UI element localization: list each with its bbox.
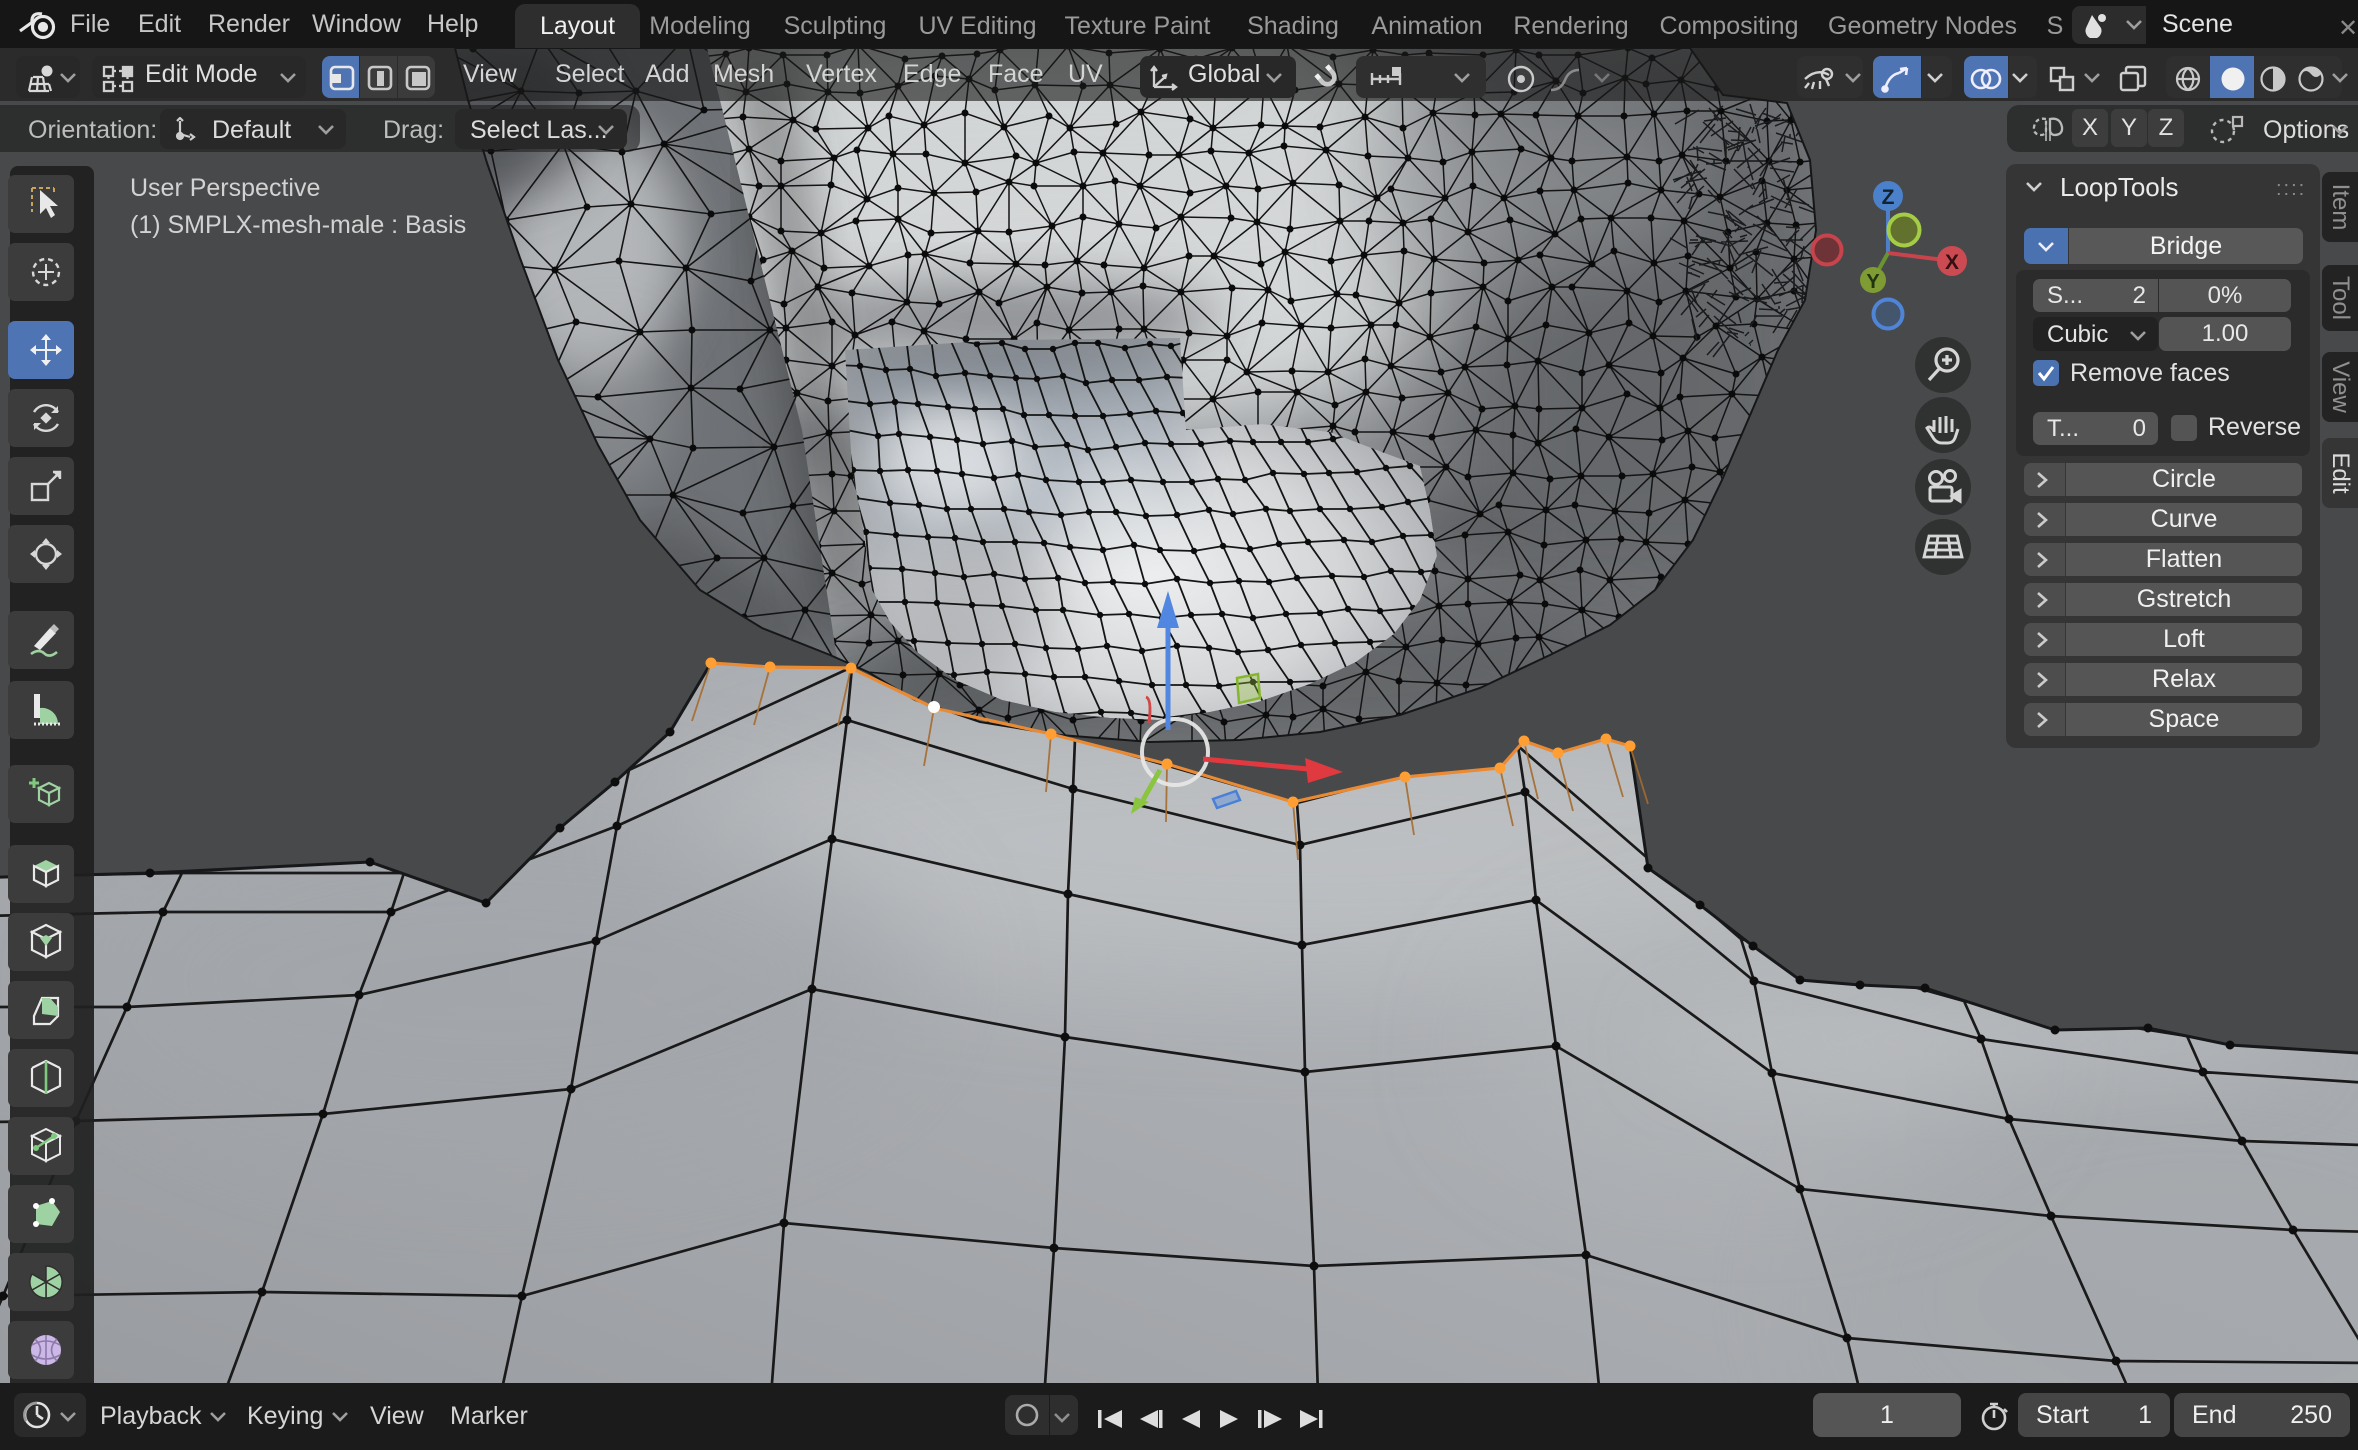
svg-text:User Perspective: User Perspective <box>130 174 320 202</box>
svg-text:Z: Z <box>1882 186 1895 209</box>
svg-text:(1) SMPLX-mesh-male : Basis: (1) SMPLX-mesh-male : Basis <box>130 211 466 239</box>
svg-text:X: X <box>1945 251 1959 274</box>
svg-text:Y: Y <box>1866 271 1880 293</box>
